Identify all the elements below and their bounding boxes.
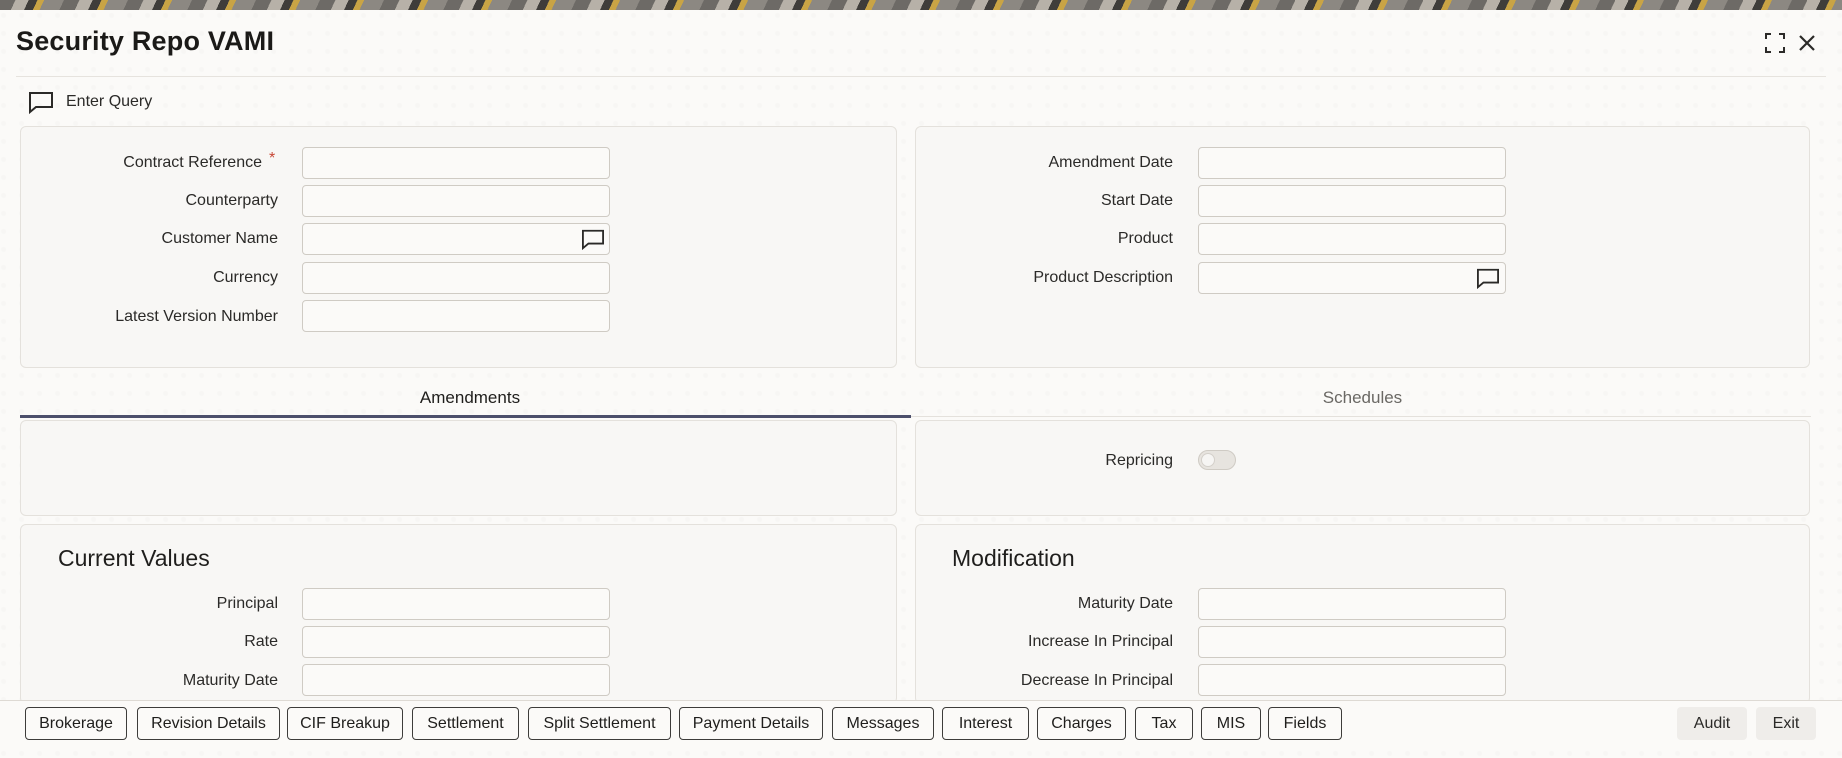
tab-amendments[interactable]: Amendments bbox=[20, 388, 920, 408]
decrease-in-principal-label: Decrease In Principal bbox=[1020, 672, 1173, 689]
active-tab-indicator bbox=[20, 415, 911, 418]
settlement-button[interactable]: Settlement bbox=[412, 707, 519, 740]
contract-reference-label: Contract Reference bbox=[123, 154, 262, 171]
mis-button[interactable]: MIS bbox=[1201, 707, 1261, 740]
decrease-in-principal-input[interactable] bbox=[1198, 664, 1506, 696]
new-maturity-date-input[interactable] bbox=[1198, 588, 1506, 620]
increase-in-principal-label: Increase In Principal bbox=[1028, 633, 1173, 650]
amendments-panel bbox=[20, 420, 897, 516]
payment-details-button[interactable]: Payment Details bbox=[679, 707, 823, 740]
split-settlement-button[interactable]: Split Settlement bbox=[528, 707, 671, 740]
brokerage-button[interactable]: Brokerage bbox=[25, 707, 127, 740]
fields-button[interactable]: Fields bbox=[1268, 707, 1342, 740]
header-divider bbox=[16, 76, 1826, 77]
customer-name-input[interactable] bbox=[302, 223, 610, 255]
exit-button[interactable]: Exit bbox=[1756, 707, 1816, 740]
latest-version-number-input[interactable] bbox=[302, 300, 610, 332]
tab-baseline bbox=[911, 416, 1811, 417]
current-values-title: Current Values bbox=[58, 545, 210, 571]
principal-input[interactable] bbox=[302, 588, 610, 620]
repricing-toggle[interactable] bbox=[1198, 450, 1236, 470]
start-date-label: Start Date bbox=[1100, 192, 1173, 209]
messages-button[interactable]: Messages bbox=[832, 707, 934, 740]
product-description-lookup-icon[interactable] bbox=[1475, 266, 1501, 290]
counterparty-input[interactable] bbox=[302, 185, 610, 217]
current-maturity-date-input[interactable] bbox=[302, 664, 610, 696]
contract-reference-input[interactable] bbox=[302, 147, 610, 179]
latest-version-number-label: Latest Version Number bbox=[115, 308, 278, 325]
currency-input[interactable] bbox=[302, 262, 610, 294]
product-description-input[interactable] bbox=[1198, 262, 1506, 294]
product-input[interactable] bbox=[1198, 223, 1506, 255]
currency-label: Currency bbox=[213, 269, 278, 286]
customer-name-label: Customer Name bbox=[161, 230, 278, 247]
principal-label: Principal bbox=[216, 595, 278, 612]
modification-title: Modification bbox=[952, 545, 1075, 571]
repricing-label: Repricing bbox=[1105, 452, 1173, 469]
toggle-knob bbox=[1201, 453, 1215, 467]
enter-query-button[interactable]: Enter Query bbox=[28, 88, 152, 116]
product-description-label: Product Description bbox=[1033, 269, 1173, 286]
rate-label: Rate bbox=[244, 633, 278, 650]
new-maturity-date-label: Maturity Date bbox=[1077, 595, 1173, 612]
audit-button[interactable]: Audit bbox=[1677, 707, 1747, 740]
product-label: Product bbox=[1117, 230, 1173, 247]
counterparty-label: Counterparty bbox=[185, 192, 279, 209]
tax-button[interactable]: Tax bbox=[1135, 707, 1193, 740]
page-title: Security Repo VAMI bbox=[16, 26, 275, 56]
speech-bubble-icon bbox=[29, 92, 53, 114]
amendment-date-label: Amendment Date bbox=[1048, 154, 1173, 171]
required-indicator: * bbox=[269, 150, 276, 167]
revision-details-button[interactable]: Revision Details bbox=[137, 707, 280, 740]
rate-input[interactable] bbox=[302, 626, 610, 658]
interest-button[interactable]: Interest bbox=[942, 707, 1029, 740]
tab-schedules[interactable]: Schedules bbox=[915, 388, 1810, 408]
customer-name-lookup-icon[interactable] bbox=[580, 227, 606, 251]
charges-button[interactable]: Charges bbox=[1037, 707, 1126, 740]
start-date-input[interactable] bbox=[1198, 185, 1506, 217]
schedules-panel bbox=[915, 420, 1810, 516]
enter-query-label: Enter Query bbox=[66, 93, 153, 110]
maximize-icon[interactable] bbox=[1762, 30, 1788, 56]
decorative-header-strip bbox=[0, 0, 1842, 10]
current-maturity-date-label: Maturity Date bbox=[182, 672, 278, 689]
cif-breakup-button[interactable]: CIF Breakup bbox=[287, 707, 403, 740]
amendment-date-input[interactable] bbox=[1198, 147, 1506, 179]
close-icon[interactable] bbox=[1794, 30, 1820, 56]
increase-in-principal-input[interactable] bbox=[1198, 626, 1506, 658]
